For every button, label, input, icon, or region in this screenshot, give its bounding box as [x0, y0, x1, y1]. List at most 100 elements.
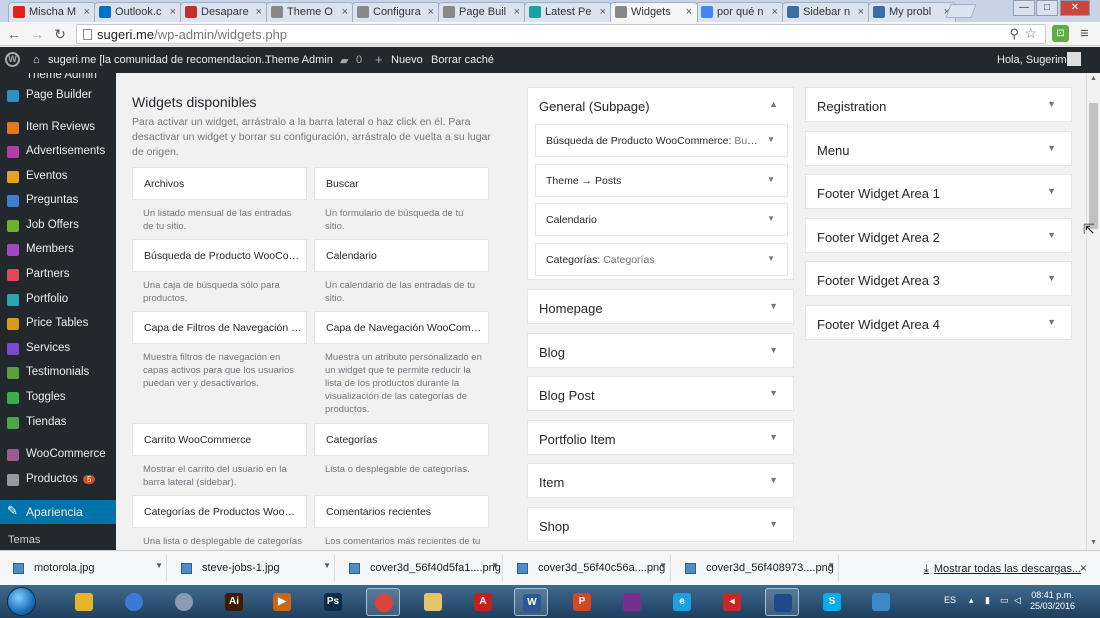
download-menu-chevron-icon[interactable]: ▼ [323, 561, 331, 570]
sidebar-item-page-builder[interactable]: Page Builder [0, 84, 116, 108]
close-tab-icon[interactable]: × [342, 6, 348, 18]
browser-tab[interactable]: Desapare × [180, 2, 268, 22]
sidebar-item-item-reviews[interactable]: Item Reviews [0, 116, 116, 140]
taskbar-app[interactable]: ▶ [265, 588, 299, 616]
sidebar-item-apariencia[interactable]: ✎ Apariencia [0, 500, 116, 524]
taskbar-app[interactable] [67, 588, 101, 616]
scroll-down-icon[interactable]: ▼ [1090, 539, 1097, 546]
chevron-down-icon[interactable]: ▼ [1047, 317, 1056, 327]
sidebar-item-woocommerce[interactable]: WooCommerce [0, 443, 116, 467]
close-tab-icon[interactable]: × [428, 6, 434, 18]
forward-arrow-icon[interactable]: → [28, 25, 46, 43]
available-widget[interactable]: Capa de Filtros de Navegación WooCommerc… [132, 311, 307, 344]
taskbar-app[interactable]: A [466, 588, 500, 616]
download-menu-chevron-icon[interactable]: ▼ [491, 561, 499, 570]
taskbar-app[interactable] [615, 588, 649, 616]
sidebar-item-members[interactable]: Members [0, 238, 116, 262]
chevron-down-icon[interactable]: ▼ [1047, 273, 1056, 283]
close-tab-icon[interactable]: × [256, 6, 262, 18]
chevron-down-icon[interactable]: ▼ [769, 432, 778, 442]
browser-tab[interactable]: My probl× [868, 2, 956, 22]
placed-widget[interactable]: Búsqueda de Producto WooCommerce: Buscar… [535, 124, 788, 157]
avatar[interactable] [1067, 52, 1081, 66]
chevron-down-icon[interactable]: ▼ [769, 388, 778, 398]
comments-count[interactable]: 0 [356, 54, 362, 66]
chevron-down-icon[interactable]: ▼ [769, 475, 778, 485]
browser-tab[interactable]: Page Buil × [438, 2, 526, 22]
close-tab-icon[interactable]: × [772, 6, 778, 18]
download-item[interactable]: steve-jobs-1.jpg ▼ [170, 555, 335, 582]
download-item[interactable]: motorola.jpg ▼ [2, 555, 167, 582]
page-scrollbar[interactable]: ▲ ▼ [1086, 73, 1100, 550]
taskbar-app[interactable] [167, 588, 201, 616]
sidebar-item-services[interactable]: Services [0, 337, 116, 361]
bookmark-star-icon[interactable]: ☆ [1024, 25, 1037, 42]
minimize-button[interactable]: — [1013, 0, 1035, 16]
browser-tab[interactable]: Mischa M × [8, 2, 96, 22]
placed-widget[interactable]: Categorías: Categorías ▼ [535, 242, 788, 276]
reload-icon[interactable]: ↻ [51, 25, 69, 43]
placed-widget[interactable]: Calendario ▼ [535, 203, 788, 236]
available-widget[interactable]: Capa de Navegación WooCommerce [314, 311, 489, 344]
download-menu-chevron-icon[interactable]: ▼ [155, 561, 163, 570]
sidebar-item-testimonials[interactable]: Testimonials [0, 361, 116, 385]
address-bar[interactable]: sugeri.me/wp-admin/widgets.php ⚲ ☆ [76, 24, 1046, 44]
widget-area-menu[interactable]: Menu ▼ [805, 130, 1072, 166]
sidebar-item-eventos[interactable]: Eventos [0, 165, 116, 189]
taskbar-app[interactable]: W [514, 588, 548, 616]
chevron-down-icon[interactable]: ▼ [769, 345, 778, 355]
scroll-thumb[interactable] [1089, 103, 1098, 229]
taskbar-app[interactable]: P [565, 588, 599, 616]
close-tab-icon[interactable]: × [170, 6, 176, 18]
sidebar-item-tiendas[interactable]: Tiendas [0, 411, 116, 435]
taskbar-app[interactable] [416, 588, 450, 616]
site-name-link[interactable]: sugeri.me [la comunidad de recomendacion… [48, 54, 271, 66]
available-widget[interactable]: Carrito WooCommerce [132, 423, 307, 456]
scroll-up-icon[interactable]: ▲ [1090, 75, 1097, 82]
plus-icon[interactable]: + [375, 52, 383, 67]
browser-menu-icon[interactable]: ≡ [1080, 25, 1089, 42]
chevron-down-icon[interactable]: ▼ [1047, 186, 1056, 196]
browser-tab[interactable]: Configura × [352, 2, 440, 22]
close-tab-icon[interactable]: × [686, 6, 692, 18]
download-item[interactable]: cover3d_56f408973....png ▼ [674, 555, 839, 582]
download-menu-chevron-icon[interactable]: ▼ [827, 561, 835, 570]
clear-cache-link[interactable]: Borrar caché [431, 54, 494, 66]
back-arrow-icon[interactable]: ← [5, 25, 23, 43]
taskbar-app[interactable] [864, 588, 898, 616]
new-tab-button[interactable] [945, 4, 977, 18]
sidebar-item-toggles[interactable]: Toggles [0, 386, 116, 410]
taskbar-app[interactable]: Ai [217, 588, 251, 616]
available-widget[interactable]: Calendario [314, 239, 489, 272]
taskbar-app[interactable]: ◂ [715, 588, 749, 616]
taskbar-app[interactable] [366, 588, 400, 616]
clock[interactable]: 08:41 p.m. 25/03/2016 [1030, 590, 1075, 612]
power-icon[interactable]: ▭ [1000, 595, 1009, 606]
widget-area-portfolio-item[interactable]: Portfolio Item ▼ [527, 419, 794, 455]
taskbar-app[interactable] [765, 588, 799, 616]
chevron-down-icon[interactable]: ▼ [769, 301, 778, 311]
available-widget[interactable]: Buscar [314, 167, 489, 200]
close-tab-icon[interactable]: × [84, 6, 90, 18]
download-menu-chevron-icon[interactable]: ▼ [659, 561, 667, 570]
available-widget[interactable]: Categorías de Productos WooCommerce [132, 495, 307, 528]
widget-area-item[interactable]: Item ▼ [527, 463, 794, 498]
new-content-link[interactable]: Nuevo [391, 54, 423, 66]
language-indicator[interactable]: ES [944, 595, 956, 605]
widget-area-blog[interactable]: Blog ▼ [527, 332, 794, 368]
available-widget[interactable]: Comentarios recientes [314, 495, 489, 528]
taskbar-app[interactable] [117, 588, 151, 616]
wordpress-logo-icon[interactable]: W [5, 52, 20, 67]
available-widget[interactable]: Búsqueda de Producto WooCommerce [132, 239, 307, 272]
sidebar-item-price-tables[interactable]: Price Tables [0, 312, 116, 336]
zoom-icon[interactable]: ⚲ [1009, 26, 1019, 42]
browser-tab[interactable]: por qué n × [696, 2, 784, 22]
show-all-downloads-link[interactable]: ⤓ Mostrar todas las descargas... [924, 563, 1081, 576]
close-tab-icon[interactable]: × [858, 6, 864, 18]
widget-area-general-subpage[interactable]: General (Subpage) ▲ Búsqueda de Producto W… [527, 87, 794, 280]
sidebar-item-job-offers[interactable]: Job Offers [0, 214, 116, 238]
chevron-down-icon[interactable]: ▼ [1047, 143, 1056, 153]
sidebar-item-partners[interactable]: Partners [0, 263, 116, 287]
download-item[interactable]: cover3d_56f40d5fa1....png ▼ [338, 555, 503, 582]
sidebar-subitem-temas[interactable]: Temas [8, 534, 116, 546]
